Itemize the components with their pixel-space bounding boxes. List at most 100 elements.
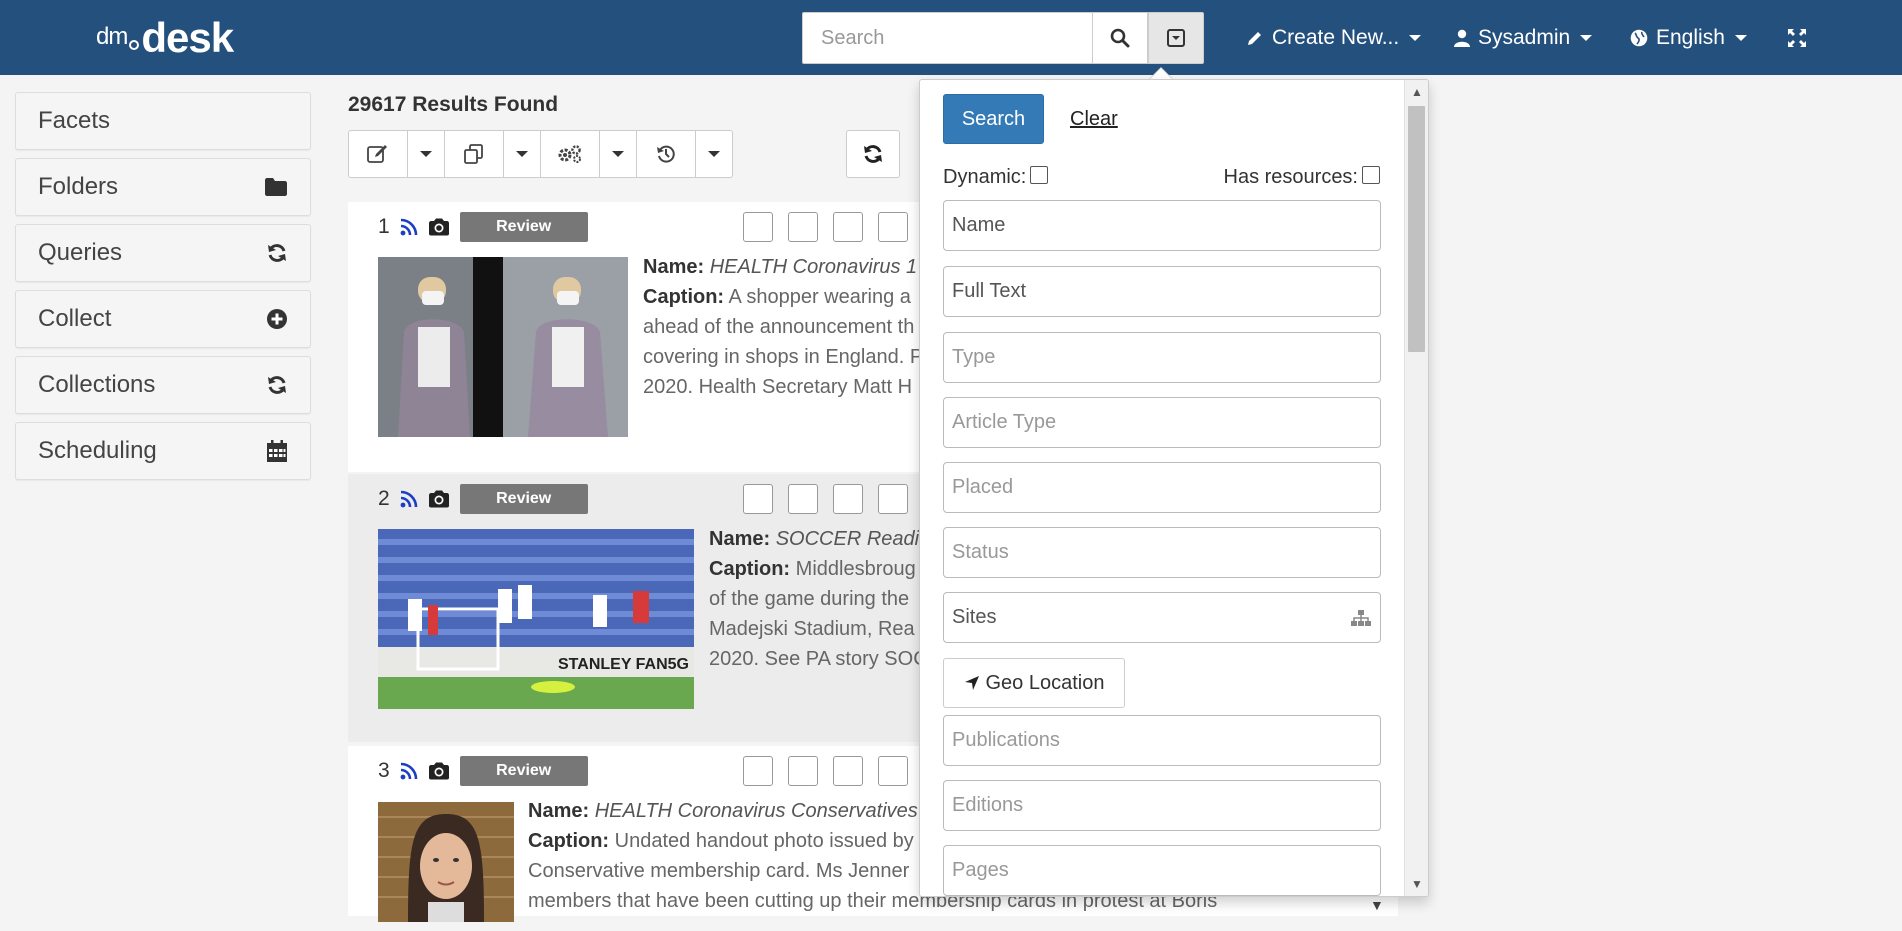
has-resources-option[interactable]: Has resources: bbox=[1224, 165, 1380, 189]
review-badge[interactable]: Review bbox=[459, 484, 588, 514]
language-label: English bbox=[1656, 25, 1725, 49]
history-dropdown[interactable] bbox=[695, 130, 733, 178]
action-checkbox[interactable] bbox=[833, 212, 863, 242]
name-field[interactable]: Name bbox=[943, 200, 1381, 251]
sitemap-icon[interactable] bbox=[1350, 609, 1372, 627]
pencil-icon bbox=[1246, 29, 1264, 47]
result-item[interactable]: 1 Review Name: HEALTH Coronavirus 1 Capt… bbox=[348, 202, 948, 472]
fullscreen-button[interactable] bbox=[1787, 0, 1807, 75]
copy-button[interactable] bbox=[444, 130, 504, 178]
logo-ring bbox=[129, 40, 140, 50]
result-thumbnail[interactable]: STANLEY FAN5G bbox=[378, 529, 694, 709]
expand-icon bbox=[1787, 28, 1807, 48]
panel-options: Dynamic: Has resources: bbox=[943, 165, 1380, 189]
result-thumbnail[interactable] bbox=[378, 257, 628, 437]
panel-search-button[interactable]: Search bbox=[943, 94, 1044, 144]
rss-icon[interactable] bbox=[400, 490, 418, 508]
search-button[interactable] bbox=[1092, 12, 1148, 64]
scrollbar-thumb[interactable] bbox=[1408, 106, 1425, 352]
edit-button[interactable] bbox=[348, 130, 408, 178]
sites-field[interactable]: Sites bbox=[943, 592, 1381, 643]
placed-field[interactable]: Placed bbox=[943, 462, 1381, 513]
settings-button[interactable] bbox=[540, 130, 600, 178]
action-checkbox[interactable] bbox=[743, 756, 773, 786]
refresh-results-button[interactable] bbox=[846, 130, 900, 178]
action-checkbox[interactable] bbox=[833, 484, 863, 514]
pages-field-placeholder: Pages bbox=[952, 859, 1009, 881]
geo-location-button[interactable]: Geo Location bbox=[943, 658, 1125, 708]
user-menu[interactable]: Sysadmin bbox=[1454, 0, 1593, 75]
result-item[interactable]: 2 Review STANLEY FAN5G Name: SOCCER Read… bbox=[348, 474, 948, 742]
geo-location-label: Geo Location bbox=[985, 671, 1105, 694]
gears-icon bbox=[557, 144, 583, 164]
dynamic-checkbox[interactable] bbox=[1030, 165, 1049, 184]
pages-field[interactable]: Pages bbox=[943, 845, 1381, 896]
action-checkbox[interactable] bbox=[788, 212, 818, 242]
action-checkbox[interactable] bbox=[878, 212, 908, 242]
sidebar-item-scheduling[interactable]: Scheduling bbox=[15, 422, 311, 480]
advanced-search-toggle[interactable] bbox=[1148, 12, 1204, 64]
top-navbar: dm desk Create New... Sysadmin bbox=[0, 0, 1902, 75]
copy-icon bbox=[463, 144, 485, 164]
rss-icon[interactable] bbox=[400, 762, 418, 780]
type-field[interactable]: Type bbox=[943, 332, 1381, 383]
action-checkbox[interactable] bbox=[833, 756, 863, 786]
dynamic-option[interactable]: Dynamic: bbox=[943, 165, 1049, 189]
caret-down-icon bbox=[1409, 34, 1422, 41]
folder-icon bbox=[264, 177, 288, 197]
camera-icon[interactable] bbox=[428, 762, 450, 780]
publications-field[interactable]: Publications bbox=[943, 715, 1381, 766]
caret-down-icon bbox=[612, 151, 624, 157]
sidebar-item-collect[interactable]: Collect bbox=[15, 290, 311, 348]
full-text-field[interactable]: Full Text bbox=[943, 266, 1381, 317]
sidebar-item-label: Scheduling bbox=[38, 437, 157, 464]
search-input[interactable] bbox=[802, 12, 1092, 64]
status-field[interactable]: Status bbox=[943, 527, 1381, 578]
action-checkbox[interactable] bbox=[878, 484, 908, 514]
has-resources-checkbox[interactable] bbox=[1362, 165, 1380, 184]
editions-field[interactable]: Editions bbox=[943, 780, 1381, 831]
scroll-up-icon[interactable]: ▲ bbox=[1411, 86, 1423, 98]
history-group bbox=[636, 130, 733, 178]
editions-field-placeholder: Editions bbox=[952, 794, 1024, 816]
action-checkbox[interactable] bbox=[788, 484, 818, 514]
sidebar-item-facets[interactable]: Facets bbox=[15, 92, 311, 150]
action-checkbox[interactable] bbox=[743, 212, 773, 242]
name-value: HEALTH Coronavirus Conservatives bbox=[594, 800, 918, 822]
results-toolbar bbox=[348, 130, 733, 178]
sidebar-item-collections[interactable]: Collections bbox=[15, 356, 311, 414]
app-logo[interactable]: dm desk bbox=[96, 14, 234, 61]
action-checkbox[interactable] bbox=[743, 484, 773, 514]
action-checkbox[interactable] bbox=[878, 756, 908, 786]
panel-scrollbar[interactable]: ▲ ▼ bbox=[1404, 80, 1428, 896]
scroll-down-icon[interactable]: ▼ bbox=[1411, 878, 1423, 890]
rss-icon[interactable] bbox=[400, 218, 418, 236]
logo-name: desk bbox=[141, 14, 234, 61]
history-button[interactable] bbox=[636, 130, 696, 178]
caption-line: of the game during the bbox=[709, 588, 910, 610]
sidebar-item-queries[interactable]: Queries bbox=[15, 224, 311, 282]
action-checkbox[interactable] bbox=[788, 756, 818, 786]
article-type-field-placeholder: Article Type bbox=[952, 411, 1057, 433]
result-actions bbox=[743, 212, 908, 242]
language-menu[interactable]: English bbox=[1630, 0, 1747, 75]
sidebar-item-label: Collections bbox=[38, 371, 156, 398]
page-scroll-down-icon[interactable]: ▼ bbox=[1370, 897, 1384, 913]
review-badge[interactable]: Review bbox=[459, 212, 588, 242]
edit-group bbox=[348, 130, 445, 178]
camera-icon[interactable] bbox=[428, 490, 450, 508]
caption-line: 2020. See PA story SOC bbox=[709, 648, 928, 670]
calendar-icon bbox=[266, 439, 288, 463]
edit-dropdown[interactable] bbox=[407, 130, 445, 178]
advanced-search-panel: Search Clear Dynamic: Has resources: Nam… bbox=[919, 79, 1429, 897]
camera-icon[interactable] bbox=[428, 218, 450, 236]
clear-link[interactable]: Clear bbox=[1070, 108, 1118, 131]
sidebar-item-folders[interactable]: Folders bbox=[15, 158, 311, 216]
caption-line: ahead of the announcement th bbox=[643, 316, 915, 338]
review-badge[interactable]: Review bbox=[459, 756, 588, 786]
settings-dropdown[interactable] bbox=[599, 130, 637, 178]
create-new-menu[interactable]: Create New... bbox=[1246, 0, 1422, 75]
article-type-field[interactable]: Article Type bbox=[943, 397, 1381, 448]
copy-dropdown[interactable] bbox=[503, 130, 541, 178]
result-thumbnail[interactable] bbox=[378, 802, 514, 922]
